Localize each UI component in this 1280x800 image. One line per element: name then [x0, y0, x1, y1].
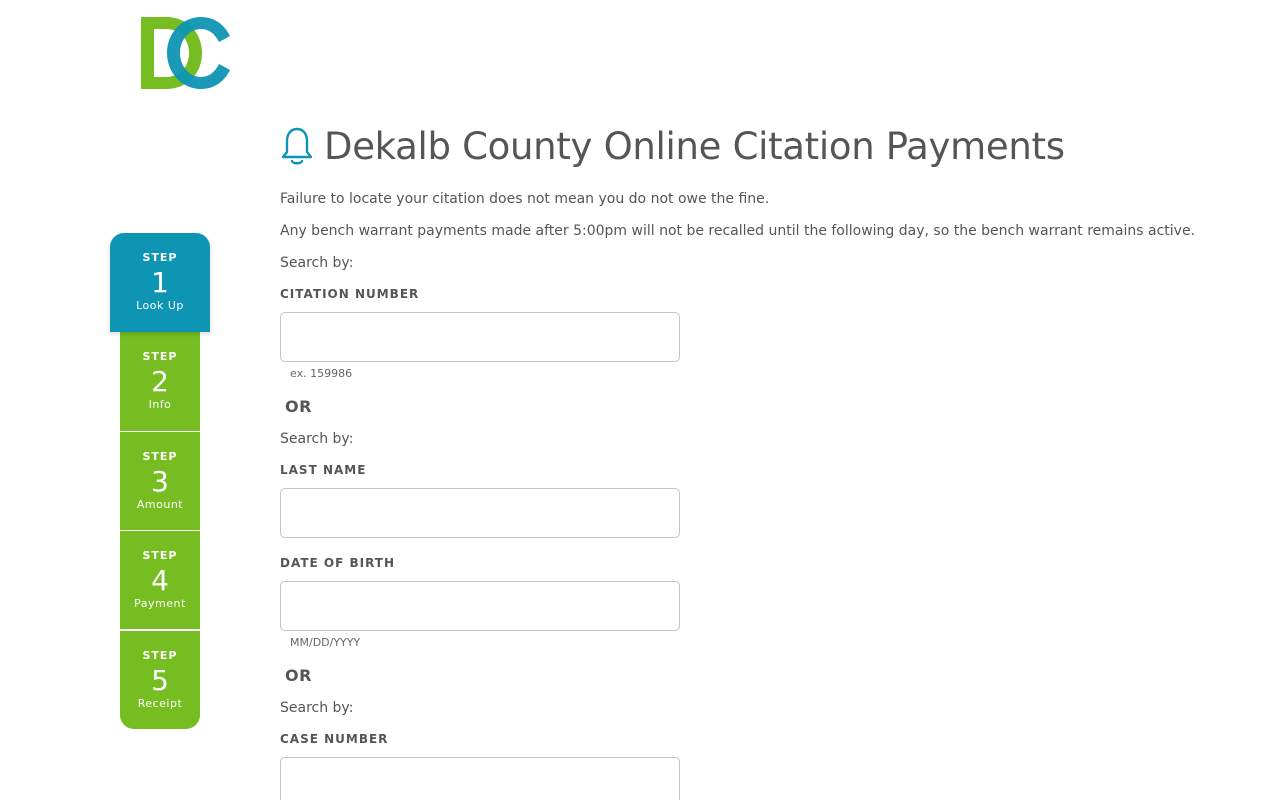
step-name: Receipt	[137, 697, 183, 710]
citation-number-label: CITATION NUMBER	[280, 287, 420, 301]
case-number-label: CASE NUMBER	[280, 732, 389, 746]
step-name: Payment	[134, 597, 186, 610]
or-separator: OR	[285, 397, 312, 416]
step-3-amount[interactable]: STEP 3 Amount	[120, 431, 200, 530]
search-by-label: Search by:	[280, 255, 354, 271]
step-number: 4	[151, 564, 169, 597]
step-number: 5	[151, 664, 169, 697]
bell-icon	[281, 127, 313, 165]
step-number: 3	[151, 465, 169, 498]
notice-bench-warrant: Any bench warrant payments made after 5:…	[280, 223, 1196, 239]
step-name: Amount	[136, 498, 184, 511]
step-label: STEP	[142, 450, 178, 463]
citation-number-hint: ex. 159986	[290, 367, 353, 380]
search-by-label: Search by:	[280, 431, 354, 447]
step-5-receipt[interactable]: STEP 5 Receipt	[120, 630, 200, 729]
step-name: Look Up	[136, 299, 184, 312]
step-number: 2	[151, 365, 169, 398]
page-header: Dekalb County Online Citation Payments	[280, 120, 1065, 172]
last-name-input[interactable]	[280, 488, 680, 538]
or-separator: OR	[285, 666, 312, 685]
date-of-birth-label: DATE OF BIRTH	[280, 556, 395, 570]
step-2-info[interactable]: STEP 2 Info	[120, 332, 200, 431]
date-of-birth-hint: MM/DD/YYYY	[290, 636, 361, 649]
citation-number-input[interactable]	[280, 312, 680, 362]
page-title: Dekalb County Online Citation Payments	[324, 124, 1065, 168]
date-of-birth-input[interactable]	[280, 581, 680, 631]
last-name-label: LAST NAME	[280, 463, 367, 477]
step-name: Info	[148, 398, 172, 411]
step-label: STEP	[142, 549, 178, 562]
step-1-look-up[interactable]: STEP 1 Look Up	[110, 233, 210, 332]
search-by-label: Search by:	[280, 700, 354, 716]
case-number-input[interactable]	[280, 757, 680, 800]
step-label: STEP	[142, 350, 178, 363]
step-label: STEP	[142, 251, 178, 264]
notice-citation: Failure to locate your citation does not…	[280, 191, 770, 207]
step-label: STEP	[142, 649, 178, 662]
dekalb-county-logo[interactable]	[140, 16, 232, 90]
step-number: 1	[151, 266, 169, 299]
step-4-payment[interactable]: STEP 4 Payment	[120, 530, 200, 629]
page: STEP 1 Look Up STEP 2 Info STEP 3 Amount…	[0, 0, 1280, 800]
